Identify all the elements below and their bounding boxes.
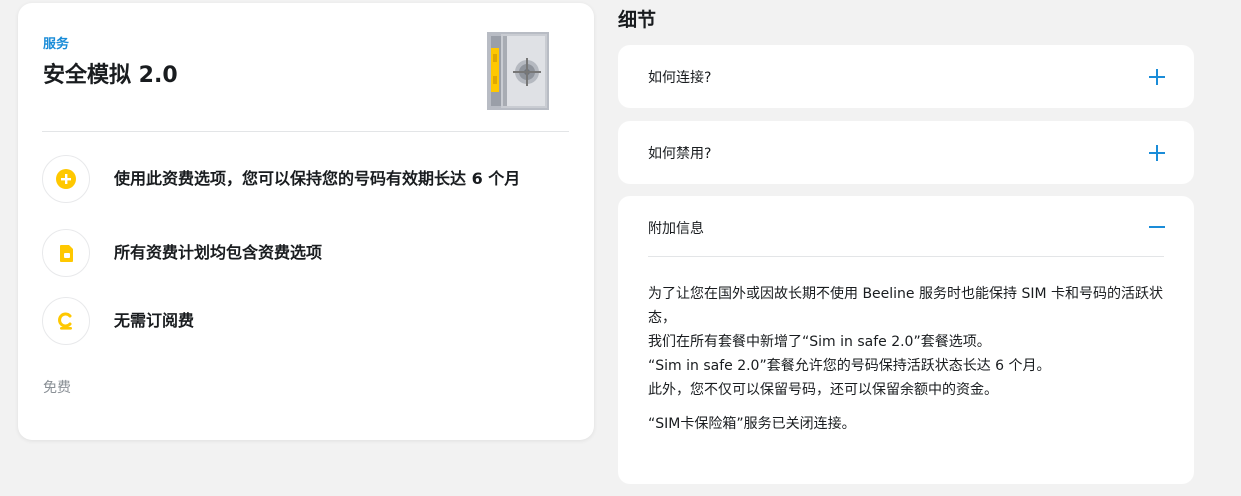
plus-icon[interactable] — [1148, 144, 1166, 162]
feature-item: 使用此资费选项，您可以保持您的号码有效期长达 6 个月 — [42, 155, 582, 203]
info-paragraph: 此外，您不仅可以保留号码，还可以保留余额中的资金。 — [648, 382, 998, 398]
plus-circle-icon — [42, 155, 90, 203]
plus-icon[interactable] — [1148, 68, 1166, 86]
accordion-title[interactable]: 如何连接? — [648, 67, 711, 87]
feature-text: 无需订阅费 — [114, 311, 195, 330]
card-divider — [42, 131, 569, 132]
service-title: 安全模拟 2.0 — [43, 63, 178, 88]
sim-card-icon — [42, 229, 90, 277]
accordion-body: 为了让您在国外或因故长期不使用 Beeline 服务时也能保持 SIM 卡和号码… — [648, 282, 1178, 436]
ruble-icon — [42, 297, 90, 345]
safe-illustration — [487, 32, 549, 110]
service-category-label: 服务 — [43, 37, 70, 52]
info-paragraph: “Sim in safe 2.0”套餐允许您的号码保持活跃状态长达 6 个月。 — [648, 358, 1051, 374]
service-status-note: “SIM卡保险箱”服务已关闭连接。 — [648, 416, 856, 432]
minus-icon[interactable] — [1148, 218, 1166, 236]
accordion-title[interactable]: 如何禁用? — [648, 143, 711, 163]
service-card: 服务 安全模拟 2.0 使用此资费选项，您可以保持您的号码有效期长达 6 个月 — [18, 3, 594, 440]
accordion-additional-info[interactable]: 附加信息 为了让您在国外或因故长期不使用 Beeline 服务时也能保持 SIM… — [618, 196, 1194, 484]
details-heading: 细节 — [618, 9, 657, 31]
feature-item: 所有资费计划均包含资费选项 — [42, 229, 582, 277]
accordion-how-to-connect[interactable]: 如何连接? — [618, 45, 1194, 108]
feature-text: 所有资费计划均包含资费选项 — [114, 243, 323, 262]
feature-text: 使用此资费选项，您可以保持您的号码有效期长达 6 个月 — [114, 169, 521, 188]
accordion-divider — [648, 256, 1164, 257]
feature-item: 无需订阅费 — [42, 297, 582, 345]
accordion-how-to-disable[interactable]: 如何禁用? — [618, 121, 1194, 184]
info-paragraph: 为了让您在国外或因故长期不使用 Beeline 服务时也能保持 SIM 卡和号码… — [648, 286, 1163, 326]
accordion-title[interactable]: 附加信息 — [648, 218, 704, 238]
info-paragraph: 我们在所有套餐中新增了“Sim in safe 2.0”套餐选项。 — [648, 334, 991, 350]
price-label: 免费 — [43, 380, 71, 396]
